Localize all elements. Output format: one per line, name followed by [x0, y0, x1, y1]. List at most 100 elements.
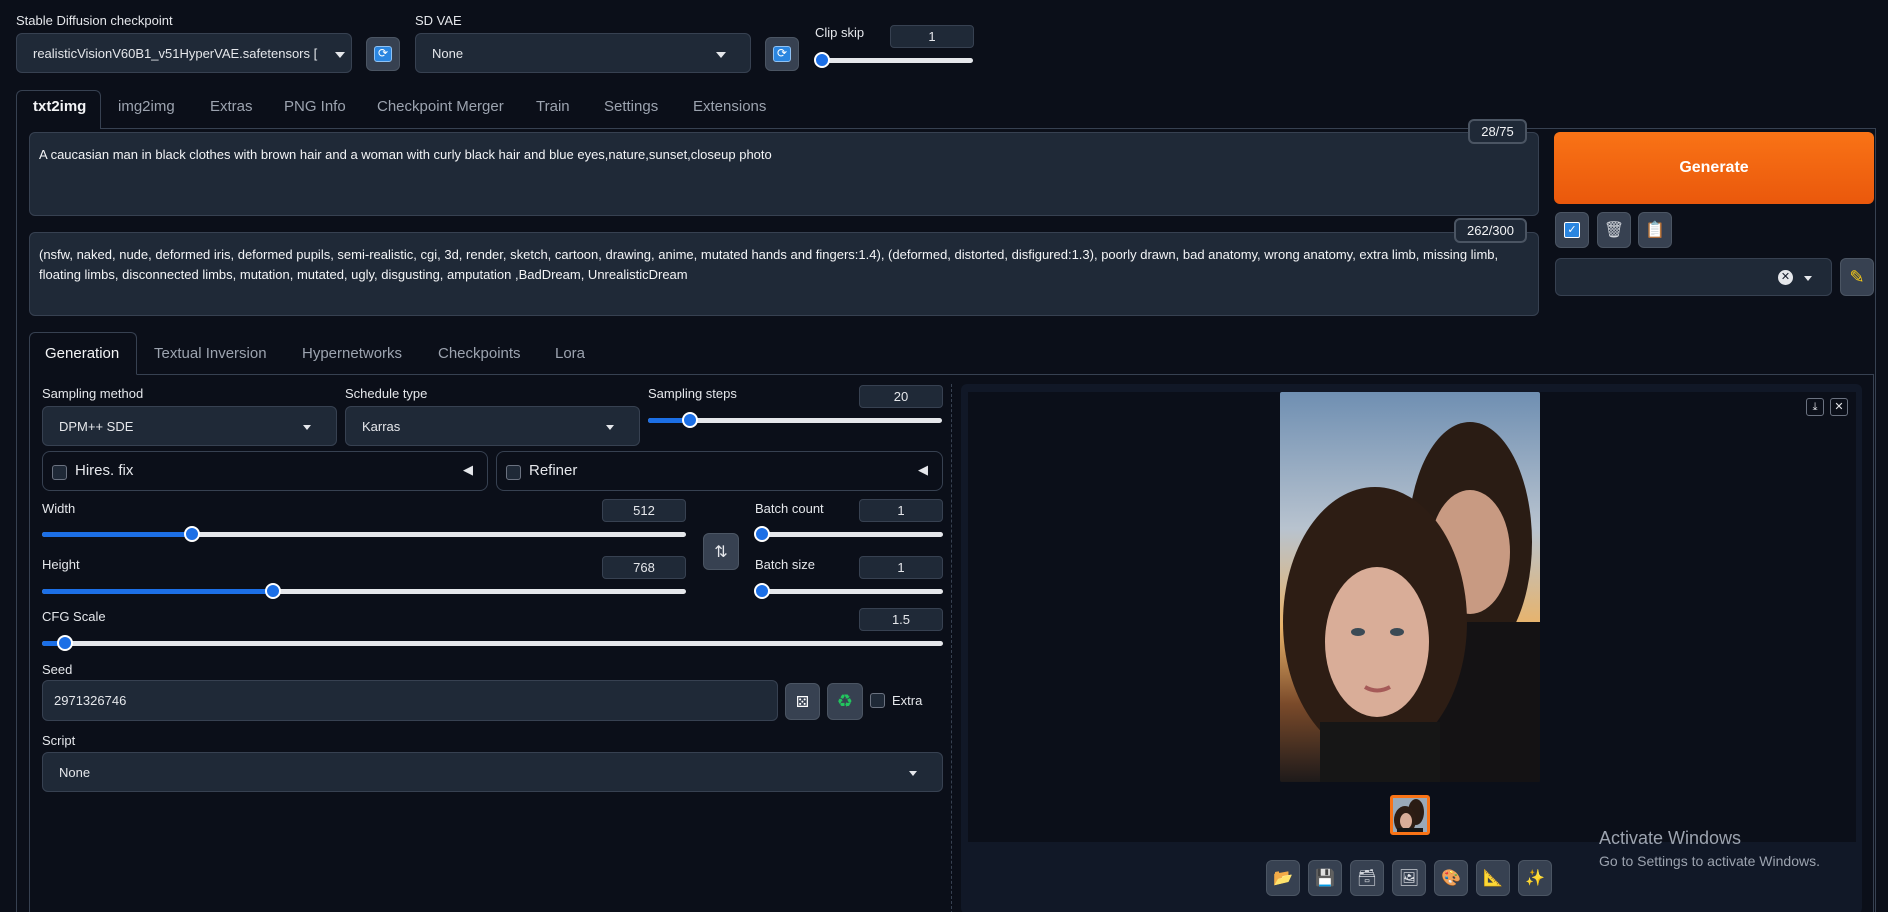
dice-icon: ⚄	[795, 693, 810, 711]
send-to-inpaint-button[interactable]: 🎨	[1434, 860, 1468, 896]
output-image[interactable]	[1280, 392, 1540, 782]
refresh-icon: ⟳	[374, 46, 392, 62]
refresh-checkpoint-button[interactable]: ⟳	[366, 37, 400, 71]
refiner-accordion[interactable]: Refiner ◀	[496, 451, 943, 491]
refiner-label: Refiner	[529, 462, 578, 479]
positive-prompt-input[interactable]: A caucasian man in black clothes with br…	[29, 132, 1539, 216]
swap-dimensions-button[interactable]: ⇅	[703, 533, 739, 570]
tab-hypernetworks[interactable]: Hypernetworks	[302, 345, 402, 362]
clear-prompt-button[interactable]: 🗑	[1597, 212, 1631, 248]
extra-label: Extra	[892, 693, 923, 708]
apply-styles-button[interactable]: ✓	[1555, 212, 1589, 248]
batch-size-slider[interactable]	[755, 589, 943, 594]
height-fill	[42, 589, 274, 594]
script-label: Script	[42, 733, 76, 748]
sparkles-icon: ✨	[1525, 870, 1545, 887]
chevron-down-icon	[606, 425, 614, 430]
negative-token-counter: 262/300	[1454, 218, 1527, 243]
chevron-down-icon	[1804, 276, 1812, 281]
height-label: Height	[42, 557, 80, 572]
image-icon: 🖼	[1398, 870, 1420, 887]
vae-label: SD VAE	[415, 13, 462, 28]
refresh-vae-button[interactable]: ⟳	[765, 37, 799, 71]
edit-styles-button[interactable]: ✎	[1840, 258, 1874, 296]
sampling-steps-slider-thumb[interactable]	[682, 412, 698, 428]
negative-prompt-input[interactable]: (nsfw, naked, nude, deformed iris, defor…	[29, 232, 1539, 316]
open-folder-button[interactable]: 📂	[1266, 860, 1300, 896]
archive-icon: 🗃	[1356, 870, 1378, 887]
schedule-type-select[interactable]: Karras	[345, 406, 640, 446]
width-fill	[42, 532, 192, 537]
batch-count-slider-thumb[interactable]	[754, 526, 770, 542]
tab-generation[interactable]: Generation	[45, 345, 119, 362]
generate-button[interactable]: Generate	[1554, 132, 1874, 204]
column-divider	[951, 384, 952, 912]
trash-icon: 🗑	[1603, 222, 1625, 239]
zip-button[interactable]: 🗃	[1350, 860, 1384, 896]
send-to-extras-button[interactable]: 📐	[1476, 860, 1510, 896]
sampling-steps-input[interactable]: 20	[859, 385, 943, 408]
batch-count-input[interactable]: 1	[859, 499, 943, 522]
checkpoint-label: Stable Diffusion checkpoint	[16, 13, 173, 28]
swap-icon: ⇅	[714, 543, 728, 561]
width-input[interactable]: 512	[602, 499, 686, 522]
tab-checkpoints[interactable]: Checkpoints	[438, 345, 521, 362]
download-button[interactable]: ⤓	[1806, 398, 1824, 416]
clip-skip-label: Clip skip	[815, 25, 865, 40]
styles-select[interactable]: ✕	[1555, 258, 1832, 296]
paste-button[interactable]: 📋	[1638, 212, 1672, 248]
close-preview-button[interactable]: ✕	[1830, 398, 1848, 416]
clip-skip-input[interactable]: 1	[890, 25, 974, 48]
chevron-down-icon	[303, 425, 311, 430]
clear-icon[interactable]: ✕	[1778, 270, 1793, 285]
seed-input[interactable]: 2971326746	[42, 680, 778, 721]
clipboard-icon: 📋	[1645, 222, 1665, 239]
close-icon: ✕	[1834, 401, 1844, 413]
positive-token-counter: 28/75	[1468, 119, 1527, 144]
schedule-type-label: Schedule type	[345, 386, 428, 401]
cfg-scale-input[interactable]: 1.5	[859, 608, 943, 631]
tab-extensions[interactable]: Extensions	[693, 98, 766, 115]
ruler-icon: 📐	[1483, 870, 1503, 887]
pencil-icon: ✎	[1849, 266, 1865, 287]
clip-skip-slider-thumb[interactable]	[814, 52, 830, 68]
cfg-scale-slider-thumb[interactable]	[57, 635, 73, 651]
save-button[interactable]: 💾	[1308, 860, 1342, 896]
tab-extras[interactable]: Extras	[210, 98, 253, 115]
batch-count-slider[interactable]	[755, 532, 943, 537]
width-label: Width	[42, 501, 76, 516]
sampling-method-select[interactable]: DPM++ SDE	[42, 406, 337, 446]
tab-train[interactable]: Train	[536, 98, 570, 115]
gallery-thumbnail[interactable]	[1390, 795, 1430, 835]
random-seed-button[interactable]: ⚄	[785, 683, 820, 720]
portrait-image	[1280, 392, 1540, 782]
tab-settings[interactable]: Settings	[604, 98, 658, 115]
hires-fix-accordion[interactable]: Hires. fix ◀	[42, 451, 488, 491]
tab-txt2img[interactable]: txt2img	[33, 98, 86, 115]
refiner-checkbox[interactable]	[506, 465, 521, 480]
vae-select[interactable]: None	[415, 33, 751, 73]
tab-textual-inversion[interactable]: Textual Inversion	[154, 345, 267, 362]
send-to-img2img-button[interactable]: 🖼	[1392, 860, 1426, 896]
cfg-scale-slider[interactable]	[42, 641, 943, 646]
cfg-scale-label: CFG Scale	[42, 609, 106, 624]
height-slider-thumb[interactable]	[265, 583, 281, 599]
tab-png-info[interactable]: PNG Info	[284, 98, 346, 115]
height-input[interactable]: 768	[602, 556, 686, 579]
collapse-arrow-icon: ◀	[463, 462, 473, 477]
batch-size-input[interactable]: 1	[859, 556, 943, 579]
script-select[interactable]: None	[42, 752, 943, 792]
batch-size-slider-thumb[interactable]	[754, 583, 770, 599]
clip-skip-slider[interactable]	[815, 58, 973, 63]
upscale-button[interactable]: ✨	[1518, 860, 1552, 896]
width-slider-thumb[interactable]	[184, 526, 200, 542]
tab-img2img[interactable]: img2img	[118, 98, 175, 115]
extra-checkbox[interactable]	[870, 693, 885, 708]
checkpoint-select[interactable]: realisticVisionV60B1_v51HyperVAE.safeten…	[16, 33, 352, 73]
tab-lora[interactable]: Lora	[555, 345, 585, 362]
hires-fix-checkbox[interactable]	[52, 465, 67, 480]
sampling-method-value: DPM++ SDE	[59, 418, 134, 434]
tab-checkpoint-merger[interactable]: Checkpoint Merger	[377, 98, 504, 115]
thumbnail-image	[1393, 798, 1427, 832]
reuse-seed-button[interactable]: ♻	[827, 683, 863, 720]
